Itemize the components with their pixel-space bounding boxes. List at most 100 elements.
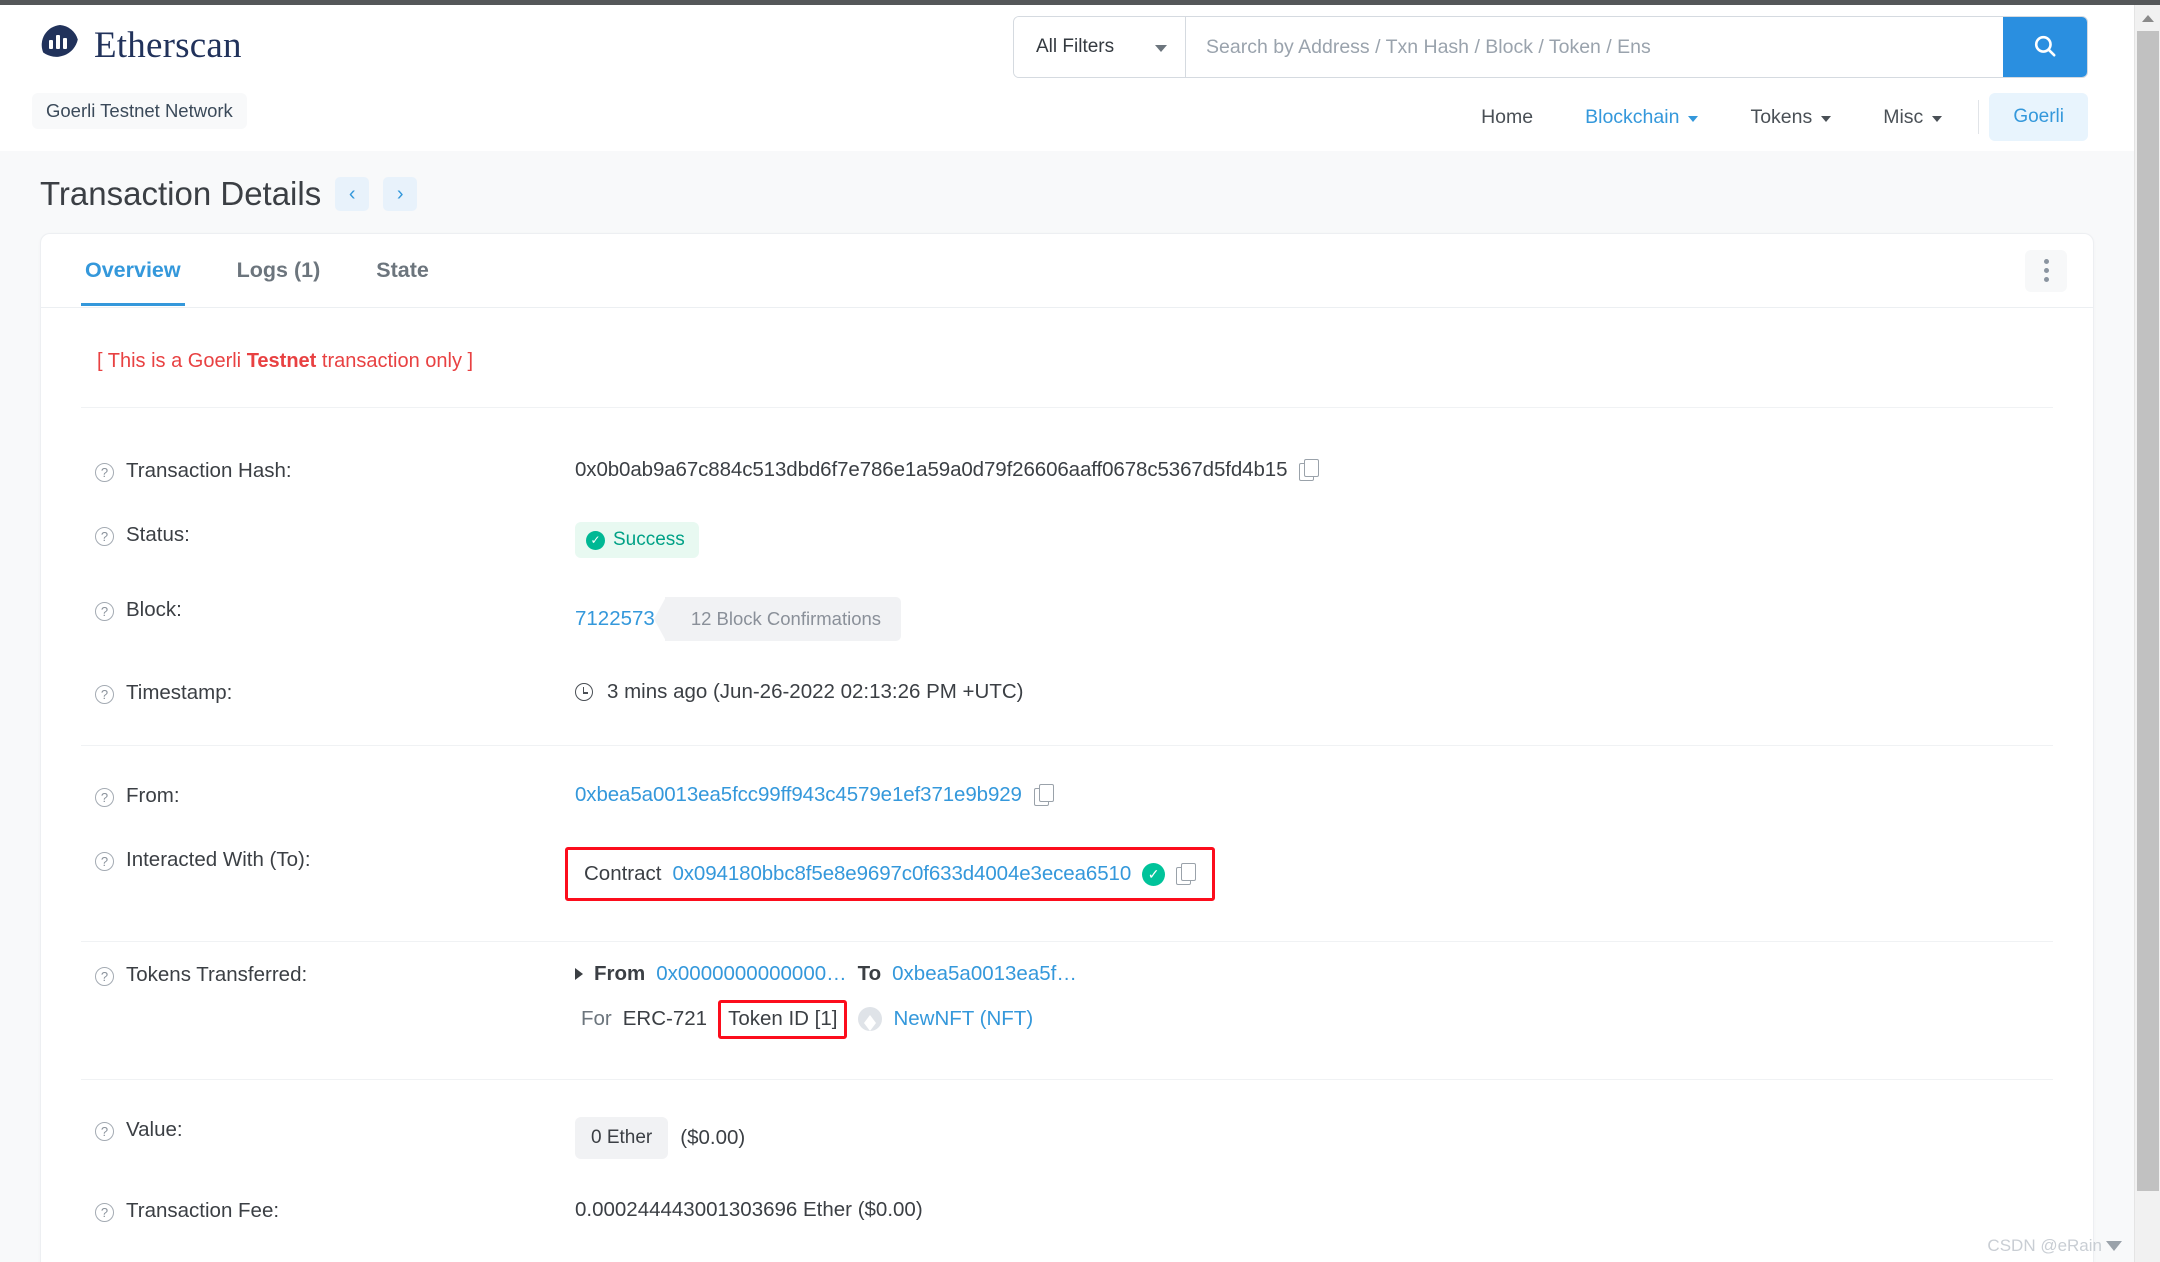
network-pill: Goerli Testnet Network [32, 93, 247, 129]
nav-item-tokens[interactable]: Tokens [1724, 106, 1857, 129]
value-ether-chip: 0 Ether [575, 1116, 669, 1159]
label-text: Interacted With (To): [126, 848, 311, 871]
more-options-button[interactable] [2025, 249, 2067, 292]
search-bar: All Filters [1013, 16, 2088, 78]
row-label: ? Status: [81, 521, 575, 547]
search-input[interactable] [1186, 17, 2003, 77]
token-to-label: To [857, 962, 882, 985]
help-icon[interactable]: ? [95, 463, 114, 482]
row-label: ? Transaction Hash: [81, 457, 575, 483]
check-circle-icon: ✓ [586, 530, 605, 550]
prev-transaction-button[interactable]: ‹ [335, 177, 370, 211]
chevron-down-icon [1821, 115, 1832, 122]
chevron-up-icon [2142, 14, 2154, 22]
brand-name: Etherscan [94, 24, 242, 66]
search-filter-select[interactable]: All Filters [1014, 17, 1186, 77]
tab-overview[interactable]: Overview [57, 236, 209, 306]
expand-caret-icon[interactable] [575, 968, 583, 980]
search-filter-label: All Filters [1036, 36, 1115, 57]
help-icon[interactable]: ? [95, 685, 114, 704]
help-icon[interactable]: ? [95, 1202, 114, 1222]
row-value: Contract 0x094180bbc8f5e8e9697c0f633d400… [565, 846, 2053, 901]
page-root: Etherscan Goerli Testnet Network All Fil… [0, 5, 2134, 1262]
nav-item-label: Blockchain [1585, 105, 1680, 128]
row-value: 7122573 12 Block Confirmations [575, 596, 2053, 641]
block-group: 7122573 12 Block Confirmations [575, 597, 902, 641]
status-badge: ✓ Success [575, 522, 699, 558]
from-address-link[interactable]: 0xbea5a0013ea5fcc99ff943c4579e1ef371e9b9… [575, 783, 1022, 807]
token-name-link[interactable]: NewNFT (NFT) [893, 1007, 1033, 1031]
row-value: ✓ Success [575, 521, 2053, 558]
network-selector-badge[interactable]: Goerli [1989, 93, 2088, 141]
row-label: ? Block: [81, 596, 575, 622]
token-from-label: From [594, 962, 646, 985]
content-area: Transaction Details ‹ › Overview Logs (1… [0, 151, 2134, 1262]
kebab-dot-icon [2043, 277, 2049, 282]
row-transaction-fee: ? Transaction Fee: 0.000244443001303696 … [81, 1178, 2053, 1262]
transaction-card: Overview Logs (1) State [ This is a Goer… [40, 233, 2094, 1262]
highlight-box-token-id: Token ID [1] [718, 1000, 848, 1039]
row-block: ? Block: 7122573 12 Block Confirmations [81, 577, 2053, 660]
clock-icon [575, 683, 593, 701]
help-icon[interactable]: ? [95, 1121, 114, 1141]
label-text: Tokens Transferred: [126, 963, 308, 986]
testnet-notice: [ This is a Goerli Testnet transaction o… [81, 336, 2053, 408]
transaction-fee-value: 0.000244443001303696 Ether ($0.00) [575, 1197, 923, 1221]
tab-state[interactable]: State [348, 236, 457, 305]
label-text: Value: [126, 1117, 183, 1141]
scrollbar-thumb[interactable] [2137, 31, 2159, 1191]
help-icon[interactable]: ? [95, 602, 114, 621]
search-submit-button[interactable] [2003, 17, 2087, 77]
scroll-up-button[interactable] [2135, 5, 2160, 31]
block-number-link[interactable]: 7122573 [575, 607, 655, 631]
tab-bar: Overview Logs (1) State [41, 234, 2093, 308]
help-icon[interactable]: ? [95, 527, 114, 546]
label-text: Timestamp: [126, 681, 233, 704]
token-to-address-link[interactable]: 0xbea5a0013ea5f… [892, 962, 1077, 986]
highlight-box-contract: Contract 0x094180bbc8f5e8e9697c0f633d400… [565, 847, 1216, 901]
nav-item-misc[interactable]: Misc [1857, 106, 1968, 129]
search-icon [2032, 33, 2058, 62]
next-transaction-button[interactable]: › [383, 177, 418, 211]
row-value: 0 Ether ($0.00) [575, 1116, 2053, 1159]
main-navigation: Home Blockchain Tokens Misc Goerli [1455, 93, 2088, 141]
nav-divider [1978, 100, 1980, 134]
row-label: ? Tokens Transferred: [81, 961, 575, 987]
page-title: Transaction Details [40, 175, 322, 212]
diamond-shape-icon [864, 1015, 877, 1032]
browser-viewport: Etherscan Goerli Testnet Network All Fil… [0, 0, 2160, 1262]
page-scrollbar[interactable] [2134, 5, 2160, 1262]
row-tokens-transferred: ? Tokens Transferred: From 0x00000000000… [81, 942, 2053, 1080]
brand-logo[interactable]: Etherscan [36, 21, 242, 69]
row-transaction-hash: ? Transaction Hash: 0x0b0ab9a67c884c513d… [81, 438, 2053, 502]
chevron-down-icon [1932, 115, 1943, 122]
row-interacted-with: ? Interacted With (To): Contract 0x09418… [81, 827, 2053, 942]
help-icon[interactable]: ? [95, 788, 114, 807]
label-text: Transaction Fee: [126, 1198, 280, 1222]
token-for-label: For [581, 1007, 612, 1031]
help-icon[interactable]: ? [95, 852, 114, 871]
token-from-address-link[interactable]: 0x0000000000000… [656, 962, 846, 986]
contract-address-link[interactable]: 0x094180bbc8f5e8e9697c0f633d4004e3ecea65… [672, 862, 1131, 886]
value-fiat: ($0.00) [680, 1125, 746, 1149]
tab-list: Overview Logs (1) State [57, 236, 457, 306]
copy-icon[interactable] [1033, 784, 1054, 806]
row-value: 0x0b0ab9a67c884c513dbd6f7e786e1a59a0d79f… [575, 457, 2053, 482]
row-value: From 0x0000000000000… To 0xbea5a0013ea5f… [575, 961, 2053, 1039]
row-label: ? Transaction Fee: [81, 1197, 575, 1223]
token-transfer-addresses: From 0x0000000000000… To 0xbea5a0013ea5f… [575, 962, 1077, 986]
status-text: Success [613, 529, 685, 550]
tab-logs[interactable]: Logs (1) [209, 236, 349, 305]
row-label: ? Value: [81, 1116, 575, 1142]
verified-contract-icon: ✓ [1142, 862, 1166, 886]
help-icon[interactable]: ? [95, 967, 114, 986]
kebab-dot-icon [2043, 268, 2049, 273]
nav-item-home[interactable]: Home [1455, 106, 1559, 129]
testnet-notice-strong: Testnet [246, 350, 317, 372]
etherscan-logo-icon [36, 21, 84, 69]
nav-item-blockchain[interactable]: Blockchain [1559, 106, 1724, 129]
row-value: 3 mins ago (Jun-26-2022 02:13:26 PM +UTC… [575, 679, 2053, 704]
nav-item-label: Home [1481, 105, 1534, 128]
copy-icon[interactable] [1176, 863, 1197, 885]
copy-icon[interactable] [1299, 459, 1320, 481]
